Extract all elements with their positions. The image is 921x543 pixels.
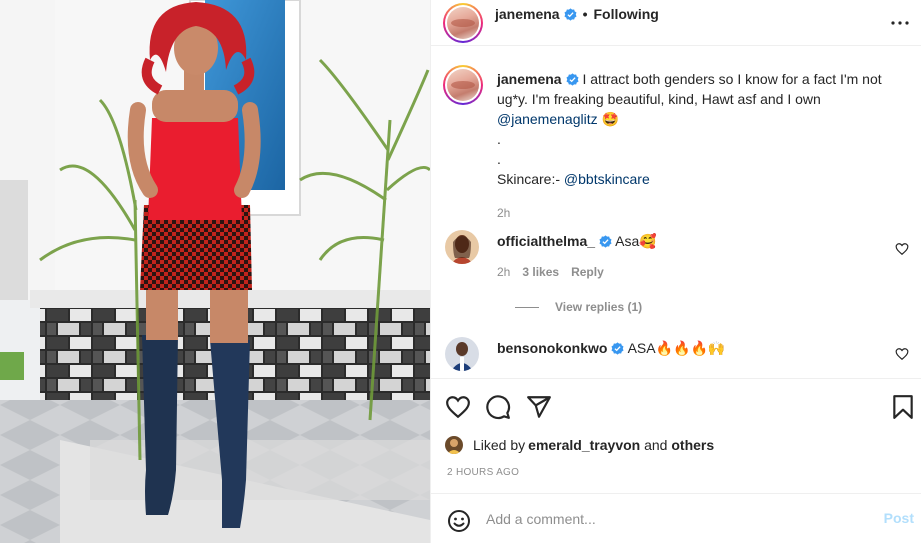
view-replies-button[interactable]: View replies (1) <box>515 300 642 314</box>
post-button[interactable]: Post <box>884 510 914 526</box>
comment-likes[interactable]: 3 likes <box>522 265 559 279</box>
header-separator: • <box>582 6 588 22</box>
post-actions: Liked by emerald_trayvon and others 2 HO… <box>431 378 921 492</box>
reply-button[interactable]: Reply <box>571 265 604 279</box>
caption-mention-link[interactable]: @janemenaglitz <box>497 111 598 127</box>
caption-time[interactable]: 2h <box>497 203 897 223</box>
author-username[interactable]: janemena <box>495 6 560 22</box>
commenter-avatar[interactable] <box>445 230 479 264</box>
comment-input[interactable] <box>486 506 866 532</box>
share-icon[interactable] <box>526 394 552 420</box>
more-options-icon[interactable] <box>890 13 910 33</box>
comments-section[interactable]: janemena I attract both genders so I kno… <box>431 47 921 377</box>
caption-skincare-label: Skincare:- <box>497 171 564 187</box>
caption-emoji: 🤩 <box>601 111 619 127</box>
caption-dot-line: . <box>497 151 501 167</box>
comment-icon[interactable] <box>485 394 511 420</box>
liker-avatar[interactable] <box>445 436 463 454</box>
caption-avatar[interactable] <box>443 65 483 105</box>
replies-divider <box>515 306 539 308</box>
post-photo-illustration <box>0 0 430 543</box>
author-avatar[interactable] <box>443 3 483 43</box>
verified-badge-icon <box>599 235 612 248</box>
liked-by-middle: and <box>640 437 672 453</box>
following-button[interactable]: Following <box>594 6 659 22</box>
post-details-panel: janemena • Following janemena I attract … <box>430 0 921 543</box>
post-modal: janemena • Following janemena I attract … <box>0 0 921 543</box>
caption-username[interactable]: janemena <box>497 71 562 87</box>
bookmark-icon[interactable] <box>890 394 916 420</box>
verified-badge-icon <box>564 7 577 21</box>
comment-username[interactable]: bensonokonkwo <box>497 340 607 356</box>
verified-badge-icon <box>566 73 579 86</box>
caption-mention-link[interactable]: @bbtskincare <box>564 171 650 187</box>
comment-meta: 2h 3 likes Reply <box>497 265 604 279</box>
comment-text: ASA🔥🔥🔥🙌 <box>627 340 726 356</box>
add-comment-bar: Post <box>431 493 921 543</box>
comment-heart-icon[interactable] <box>895 242 909 256</box>
verified-badge-icon <box>611 342 624 355</box>
liked-by-prefix: Liked by <box>473 437 526 453</box>
commenter-avatar[interactable] <box>445 337 479 371</box>
post-header: janemena • Following <box>431 0 921 46</box>
comment-time[interactable]: 2h <box>497 265 510 279</box>
liked-by-line: Liked by emerald_trayvon and others <box>445 436 714 454</box>
comment-text: Asa🥰 <box>615 233 657 249</box>
comment-username[interactable]: officialthelma_ <box>497 233 595 249</box>
caption-dot-line: . <box>497 131 501 147</box>
view-replies-label: View replies (1) <box>555 300 643 314</box>
liked-by-user[interactable]: emerald_trayvon <box>528 437 640 453</box>
liked-by-others[interactable]: others <box>671 437 714 453</box>
smiley-icon[interactable] <box>447 509 471 533</box>
heart-icon[interactable] <box>445 394 471 420</box>
comment-heart-icon[interactable] <box>895 347 909 361</box>
post-photo[interactable] <box>0 0 430 543</box>
post-time-ago[interactable]: 2 HOURS AGO <box>447 467 519 478</box>
